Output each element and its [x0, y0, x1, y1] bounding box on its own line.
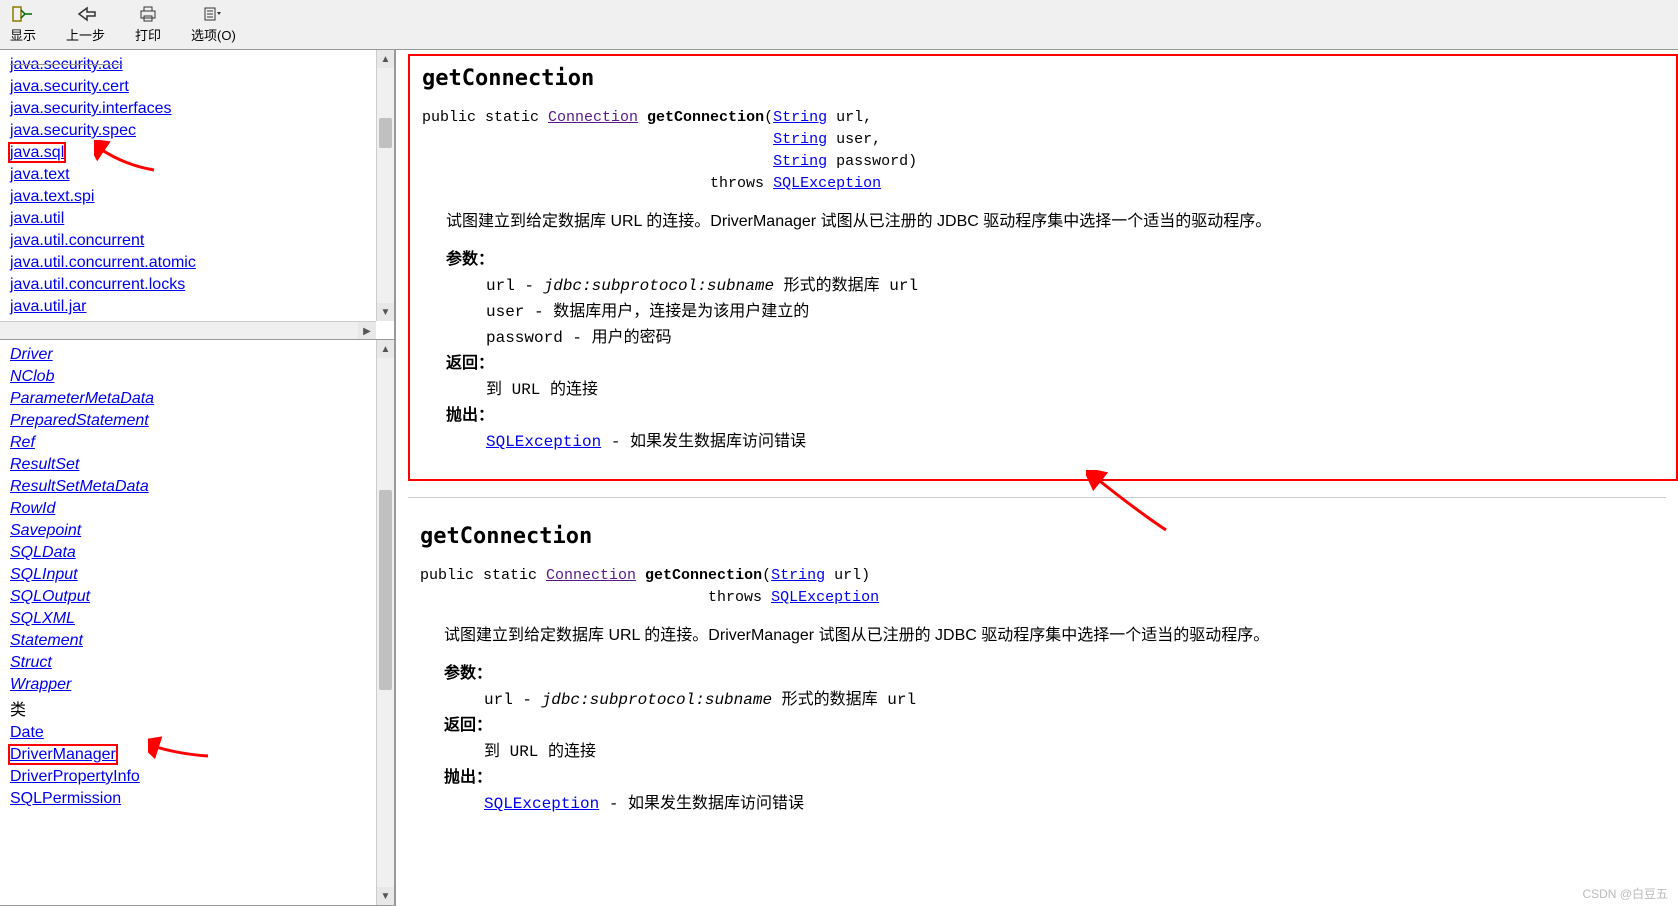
package-link[interactable]: java.util.concurrent — [10, 232, 144, 249]
throws-value: SQLException - 如果发生数据库访问错误 — [486, 429, 1664, 455]
throws-label: 抛出： — [444, 765, 1666, 791]
params-label: 参数： — [444, 661, 1666, 687]
class-link[interactable]: Date — [10, 724, 44, 741]
toolbar: 显示 上一步 打印 选项(O) — [0, 0, 1678, 50]
show-button[interactable]: 显示 — [10, 5, 36, 44]
method-details: 参数： url - jdbc:subprotocol:subname 形式的数据… — [446, 247, 1664, 455]
class-link[interactable]: NClob — [10, 368, 54, 385]
method-signature: public static Connection getConnection(S… — [420, 565, 1666, 609]
class-link[interactable]: Ref — [10, 434, 35, 451]
horizontal-scrollbar[interactable]: ▶ — [0, 321, 376, 339]
class-link[interactable]: ResultSetMetaData — [10, 478, 149, 495]
method-getconnection-1arg: getConnection public static Connection g… — [408, 514, 1678, 841]
method-details: 参数： url - jdbc:subprotocol:subname 形式的数据… — [444, 661, 1666, 817]
back-icon — [74, 5, 98, 23]
throws-link[interactable]: SQLException — [486, 433, 601, 451]
returns-label: 返回： — [446, 351, 1664, 377]
returns-label: 返回： — [444, 713, 1666, 739]
package-link[interactable]: java.security.cert — [10, 78, 129, 95]
show-icon — [11, 5, 35, 23]
returns-value: 到 URL 的连接 — [486, 377, 1664, 403]
throws-link[interactable]: SQLException — [484, 795, 599, 813]
package-panel: java.security.aci java.security.cert jav… — [0, 50, 394, 340]
scroll-down-icon[interactable]: ▼ — [377, 887, 394, 905]
type-link-sqlexception[interactable]: SQLException — [773, 175, 881, 192]
package-link[interactable]: java.text — [10, 166, 70, 183]
main-content[interactable]: getConnection public static Connection g… — [396, 50, 1678, 906]
class-link[interactable]: RowId — [10, 500, 55, 517]
method-getconnection-3arg: getConnection public static Connection g… — [408, 54, 1678, 481]
class-link[interactable]: ResultSet — [10, 456, 79, 473]
type-link-connection[interactable]: Connection — [548, 109, 638, 126]
package-link[interactable]: java.util — [10, 210, 64, 227]
class-link[interactable]: SQLXML — [10, 610, 75, 627]
vertical-scrollbar[interactable]: ▲ ▼ — [376, 50, 394, 321]
throws-label: 抛出： — [446, 403, 1664, 429]
back-label: 上一步 — [66, 25, 105, 44]
class-link[interactable]: SQLOutput — [10, 588, 90, 605]
class-link[interactable]: DriverPropertyInfo — [10, 768, 140, 785]
param-password: password - 用户的密码 — [486, 325, 1664, 351]
options-icon — [201, 5, 225, 23]
package-link-java-sql[interactable]: java.sql — [10, 144, 64, 161]
class-link[interactable]: Wrapper — [10, 676, 71, 693]
param-url: url - jdbc:subprotocol:subname 形式的数据库 ur… — [484, 687, 1666, 713]
print-label: 打印 — [135, 25, 161, 44]
vertical-scrollbar[interactable]: ▲ ▼ — [376, 340, 394, 905]
scroll-up-icon[interactable]: ▲ — [377, 340, 394, 358]
class-link[interactable]: Struct — [10, 654, 52, 671]
class-link-drivermanager[interactable]: DriverManager — [10, 746, 116, 763]
package-list: java.security.aci java.security.cert jav… — [0, 50, 394, 340]
method-title: getConnection — [420, 524, 1666, 549]
param-url: url - jdbc:subprotocol:subname 形式的数据库 ur… — [486, 273, 1664, 299]
print-button[interactable]: 打印 — [135, 5, 161, 44]
type-link-string[interactable]: String — [773, 153, 827, 170]
package-link[interactable]: java.text.spi — [10, 188, 94, 205]
type-link-connection[interactable]: Connection — [546, 567, 636, 584]
package-link[interactable]: java.util.jar — [10, 298, 86, 315]
options-label: 选项(O) — [191, 25, 236, 44]
print-icon — [136, 5, 160, 23]
method-title: getConnection — [422, 66, 1664, 91]
type-link-string[interactable]: String — [773, 109, 827, 126]
method-signature: public static Connection getConnection(S… — [422, 107, 1664, 195]
class-list: Driver NClob ParameterMetaData PreparedS… — [0, 340, 394, 814]
show-label: 显示 — [10, 25, 36, 44]
scrollbar-thumb[interactable] — [379, 490, 392, 690]
type-link-sqlexception[interactable]: SQLException — [771, 589, 879, 606]
throws-value: SQLException - 如果发生数据库访问错误 — [484, 791, 1666, 817]
scroll-down-icon[interactable]: ▼ — [377, 303, 394, 321]
class-link[interactable]: SQLInput — [10, 566, 78, 583]
params-label: 参数： — [446, 247, 1664, 273]
separator — [408, 497, 1666, 498]
type-link-string[interactable]: String — [771, 567, 825, 584]
class-link[interactable]: Statement — [10, 632, 83, 649]
class-link[interactable]: SQLPermission — [10, 790, 121, 807]
class-panel: Driver NClob ParameterMetaData PreparedS… — [0, 340, 394, 906]
classes-heading: 类 — [10, 700, 384, 722]
package-link[interactable]: java.security.interfaces — [10, 100, 172, 117]
package-link[interactable]: java.security.spec — [10, 122, 136, 139]
method-description: 试图建立到给定数据库 URL 的连接。DriverManager 试图从已注册的… — [446, 207, 1664, 231]
class-link[interactable]: PreparedStatement — [10, 412, 149, 429]
scrollbar-thumb[interactable] — [379, 118, 392, 148]
scroll-up-icon[interactable]: ▲ — [377, 50, 394, 68]
method-description: 试图建立到给定数据库 URL 的连接。DriverManager 试图从已注册的… — [444, 621, 1666, 645]
scroll-right-icon[interactable]: ▶ — [358, 322, 376, 340]
returns-value: 到 URL 的连接 — [484, 739, 1666, 765]
package-link[interactable]: java.util.concurrent.atomic — [10, 254, 196, 271]
class-link[interactable]: ParameterMetaData — [10, 390, 154, 407]
class-link[interactable]: Savepoint — [10, 522, 81, 539]
back-button[interactable]: 上一步 — [66, 5, 105, 44]
class-link[interactable]: SQLData — [10, 544, 76, 561]
package-link[interactable]: java.security.aci — [10, 56, 123, 73]
param-user: user - 数据库用户，连接是为该用户建立的 — [486, 299, 1664, 325]
watermark: CSDN @白豆五 — [1582, 885, 1668, 902]
options-button[interactable]: 选项(O) — [191, 5, 236, 44]
left-sidebar: java.security.aci java.security.cert jav… — [0, 50, 396, 906]
package-link[interactable]: java.util.concurrent.locks — [10, 276, 185, 293]
type-link-string[interactable]: String — [773, 131, 827, 148]
class-link[interactable]: Driver — [10, 346, 53, 363]
